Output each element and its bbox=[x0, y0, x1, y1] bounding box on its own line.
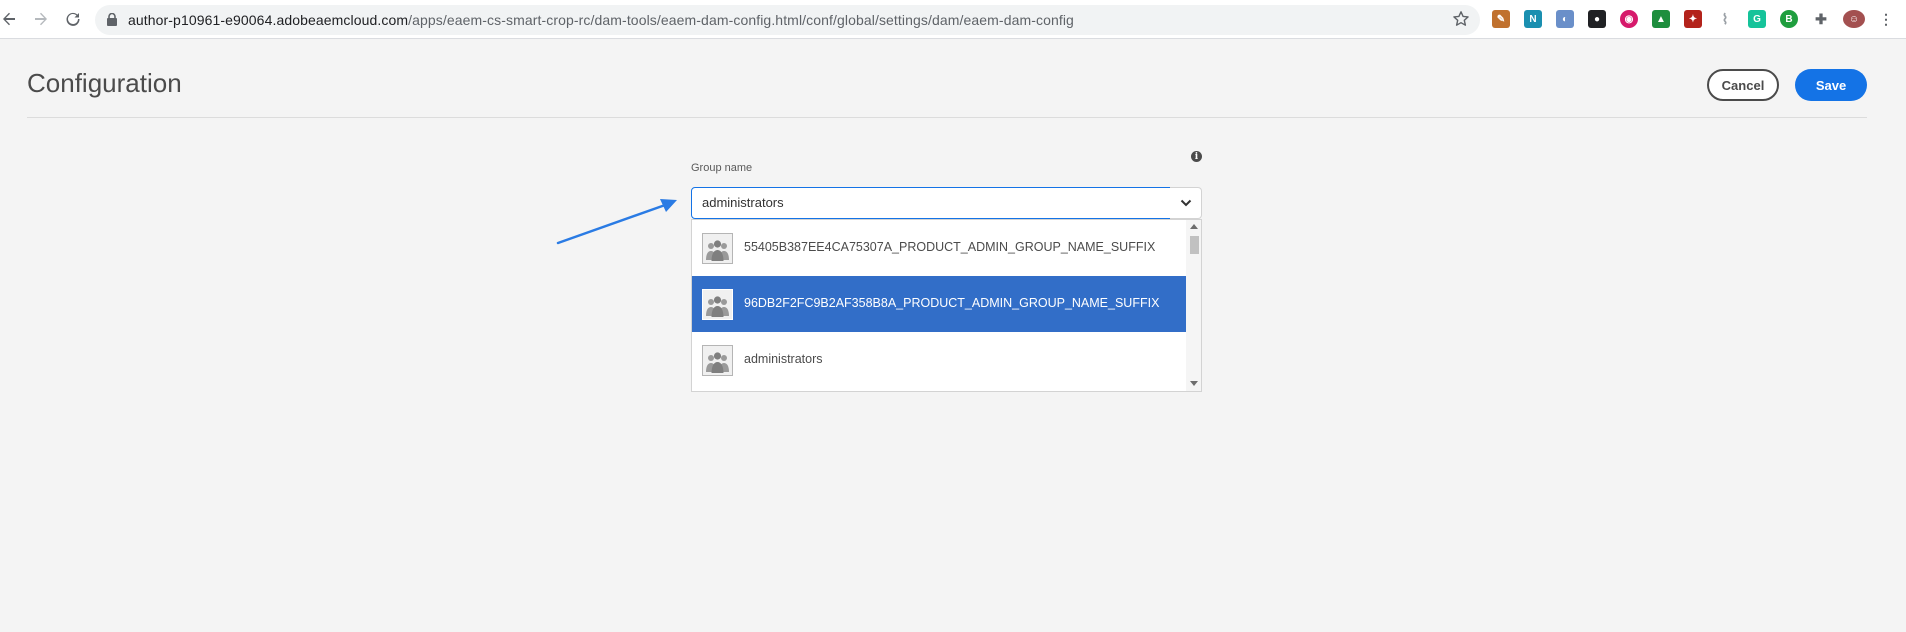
annotation-arrow bbox=[556, 199, 677, 245]
